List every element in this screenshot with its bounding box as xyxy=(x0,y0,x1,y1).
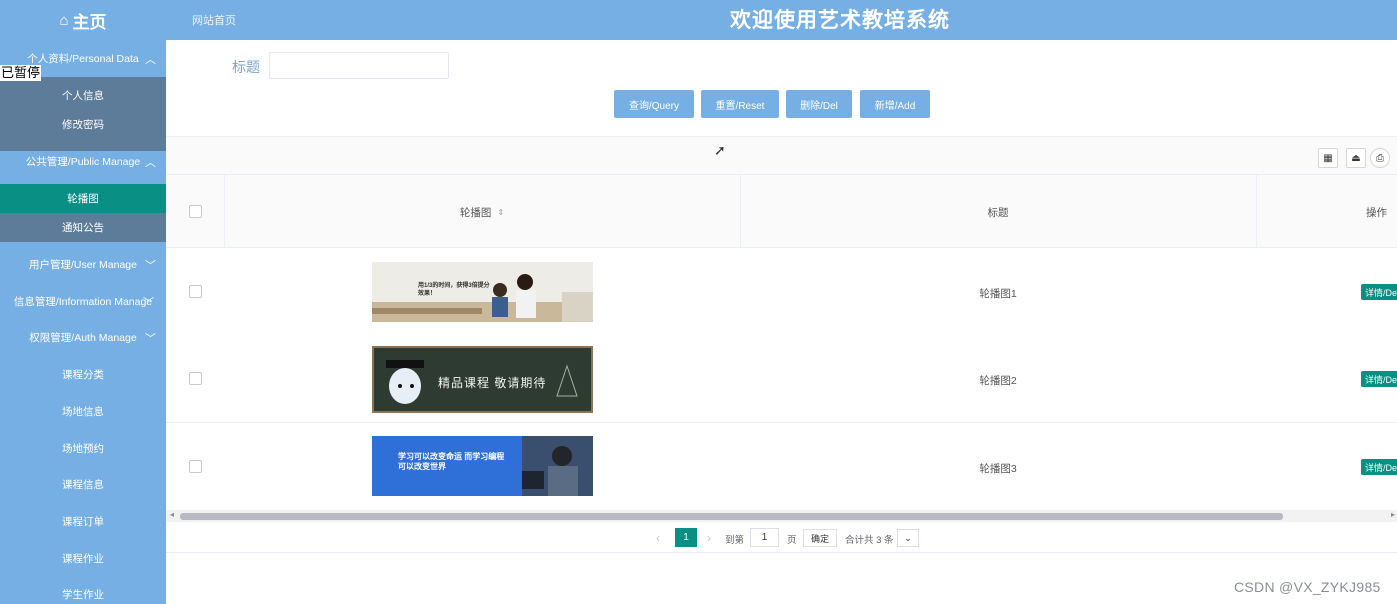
column-header-label: 轮播图 xyxy=(459,206,492,219)
menu-group-label: 权限管理/Auth Manage xyxy=(29,332,137,344)
mouse-cursor-icon: ➚ xyxy=(714,142,726,158)
page-size-select[interactable]: ⌄ xyxy=(897,529,919,547)
select-all-checkbox[interactable] xyxy=(189,205,202,218)
column-header-carousel[interactable]: 轮播图 ⇕ xyxy=(224,175,740,249)
carousel-image-2[interactable]: 精品课程 敬请期待 xyxy=(372,346,593,413)
horizontal-scrollbar[interactable]: ◂ ▸ xyxy=(166,510,1397,522)
table-row: 学习可以改变命运 而学习编程可以改变世界 轮播图3 详情/Detail xyxy=(166,423,1397,511)
page-label: 页 xyxy=(787,535,797,546)
row-title: 轮播图3 xyxy=(979,463,1017,475)
menu-group-public[interactable]: 公共管理/Public Manage ︿ xyxy=(0,143,166,180)
banner-2-text: 精品课程 敬请期待 xyxy=(438,376,547,390)
add-button[interactable]: 新增/Add xyxy=(860,90,930,118)
carousel-image-3[interactable]: 学习可以改变命运 而学习编程可以改变世界 xyxy=(372,436,593,496)
next-page-icon[interactable]: › xyxy=(707,531,711,545)
menu-group-label: 信息管理/Information Manage xyxy=(13,296,153,308)
goto-page-input[interactable]: 1 xyxy=(750,528,779,547)
prev-page-icon[interactable]: ‹ xyxy=(656,531,660,545)
row-checkbox[interactable] xyxy=(189,285,202,298)
menu-group-user[interactable]: 用户管理/User Manage ﹀ xyxy=(0,246,166,283)
sidebar-item-venue-info[interactable]: 场地信息 xyxy=(0,393,166,430)
banner-1-text: 用1/3的时间，获得3倍提分效果！ xyxy=(418,283,490,297)
row-title: 轮播图1 xyxy=(979,288,1017,300)
columns-icon[interactable]: ▦ xyxy=(1318,148,1338,168)
total-count: 合计共 3 条 xyxy=(845,535,894,546)
detail-button[interactable]: 详情/Detail xyxy=(1361,284,1397,300)
sidebar-item-course-category[interactable]: 课程分类 xyxy=(0,356,166,393)
sidebar-item-venue-booking[interactable]: 场地预约 xyxy=(0,430,166,467)
chevron-down-icon: ﹀ xyxy=(145,332,156,345)
system-title: 欢迎使用艺术教培系统 xyxy=(730,9,950,32)
chevron-down-icon: ﹀ xyxy=(143,296,154,309)
detail-button[interactable]: 详情/Detail xyxy=(1361,371,1397,387)
chevron-down-icon: ⌄ xyxy=(904,532,912,543)
query-button[interactable]: 查询/Query xyxy=(614,90,694,118)
sidebar-item-change-password[interactable]: 修改密码 xyxy=(0,110,166,139)
sidebar-item-course-info[interactable]: 课程信息 xyxy=(0,466,166,503)
chevron-up-icon: ︿ xyxy=(145,53,156,66)
website-home-link[interactable]: 网站首页 xyxy=(192,12,236,28)
column-header-actions: 操作 xyxy=(1366,206,1387,219)
table-row: 用1/3的时间，获得3倍提分效果！ 轮播图1 详情/Detail xyxy=(166,248,1397,336)
logo[interactable]: ⌂ 主页 xyxy=(0,0,166,40)
paused-overlay-text: 已暂停 xyxy=(0,65,42,81)
sidebar-item-profile[interactable]: 个人信息 xyxy=(0,81,166,110)
search-title-label: 标题 xyxy=(232,59,260,75)
menu-group-info[interactable]: 信息管理/Information Manage ﹀ xyxy=(0,283,166,320)
row-checkbox[interactable] xyxy=(189,372,202,385)
goto-label: 到第 xyxy=(725,535,745,546)
carousel-image-1[interactable]: 用1/3的时间，获得3倍提分效果！ xyxy=(372,262,593,322)
scroll-right-icon[interactable]: ▸ xyxy=(1391,510,1395,519)
scrollbar-thumb[interactable] xyxy=(180,513,1283,520)
home-icon: ⌂ xyxy=(59,11,69,29)
sidebar-item-notice[interactable]: 通知公告 xyxy=(0,213,166,242)
goto-confirm-button[interactable]: 确定 xyxy=(803,529,837,547)
chevron-up-icon: ︿ xyxy=(145,156,156,169)
detail-button[interactable]: 详情/Detail xyxy=(1361,459,1397,475)
table-row: 精品课程 敬请期待 轮播图2 详情/Detail xyxy=(166,335,1397,423)
print-icon[interactable]: ⎙ xyxy=(1370,148,1390,168)
export-icon[interactable]: ⏏ xyxy=(1346,148,1366,168)
search-title-input[interactable] xyxy=(269,52,449,79)
data-table: 轮播图 ⇕ 标题 操作 用1/3的时间，获得3倍提分效果！ 轮播图1 详情/De… xyxy=(166,174,1397,511)
watermark: CSDN @VX_ZYKJ985 xyxy=(1234,579,1381,595)
banner-3-text: 学习可以改变命运 而学习编程可以改变世界 xyxy=(398,452,505,471)
logo-text: 主页 xyxy=(72,12,107,32)
table-toolbar: ▦ ⏏ ⎙ xyxy=(166,136,1397,174)
divider xyxy=(166,552,1397,553)
top-header: ⌂ 主页 网站首页 欢迎使用艺术教培系统 xyxy=(0,0,1397,40)
page-number-current[interactable]: 1 xyxy=(675,528,697,547)
reset-button[interactable]: 重置/Reset xyxy=(701,90,779,118)
sidebar-item-carousel[interactable]: 轮播图 xyxy=(0,184,166,213)
sidebar: 个人资料/Personal Data ︿ 个人信息 修改密码 公共管理/Publ… xyxy=(0,40,166,604)
row-title: 轮播图2 xyxy=(979,375,1017,387)
menu-group-label: 公共管理/Public Manage xyxy=(25,156,141,168)
delete-button[interactable]: 删除/Del xyxy=(786,90,852,118)
chevron-down-icon: ﹀ xyxy=(145,259,156,272)
menu-group-label: 用户管理/User Manage xyxy=(29,259,137,271)
table-header: 轮播图 ⇕ 标题 操作 xyxy=(166,174,1397,248)
sort-icon[interactable]: ⇕ xyxy=(497,208,504,217)
row-checkbox[interactable] xyxy=(189,460,202,473)
menu-group-label: 个人资料/Personal Data xyxy=(27,53,139,65)
pagination: ‹ 1 › 到第 1 页 确定 合计共 3 条 ⌄ xyxy=(0,526,1397,552)
column-header-title: 标题 xyxy=(987,206,1009,219)
sidebar-item-student-homework[interactable]: 学生作业 xyxy=(0,576,166,604)
scroll-left-icon[interactable]: ◂ xyxy=(170,510,174,519)
menu-group-auth[interactable]: 权限管理/Auth Manage ﹀ xyxy=(0,319,166,356)
